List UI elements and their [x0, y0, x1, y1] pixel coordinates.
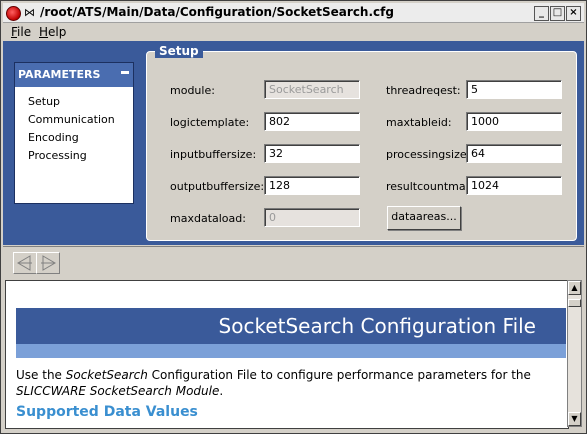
scroll-down-icon[interactable]: ▼ — [568, 412, 581, 426]
navigation-toolbar — [3, 246, 584, 279]
app-icon[interactable] — [6, 6, 21, 21]
resultcountmax-label: resultcountmax: — [386, 180, 476, 193]
doc-title: SocketSearch Configuration File — [218, 314, 536, 338]
doc-intro-em-1: SocketSearch — [65, 368, 148, 382]
parameters-header[interactable]: PARAMETERS — [15, 63, 133, 87]
doc-banner: SocketSearch Configuration File — [16, 308, 566, 344]
doc-intro-text-1: Use the — [16, 368, 66, 382]
menu-bar: File Help — [3, 23, 584, 41]
maxdataload-label: maxdataload: — [170, 212, 246, 225]
scroll-up-icon[interactable]: ▲ — [568, 281, 581, 295]
forward-button[interactable] — [36, 252, 60, 274]
threadreqest-label: threadreqest: — [386, 84, 461, 97]
module-field — [264, 80, 360, 99]
title-bar: ⋈ /root/ATS/Main/Data/Configuration/Sock… — [3, 3, 584, 23]
back-arrow-icon — [17, 255, 32, 271]
parameters-list: Setup Communication Encoding Processing — [15, 87, 133, 165]
module-label: module: — [170, 84, 215, 97]
threadreqest-field[interactable] — [466, 80, 562, 99]
resultcountmax-field[interactable] — [466, 176, 562, 195]
logictemplate-field[interactable] — [264, 112, 360, 131]
setup-group: Setup module: threadreqest: logictemplat… — [146, 44, 577, 241]
doc-intro: Use the SocketSearch Configuration File … — [16, 367, 556, 399]
parameters-header-label: PARAMETERS — [18, 68, 101, 81]
sidebar-item-communication[interactable]: Communication — [15, 111, 133, 129]
doc-section-heading: Supported Data Values — [16, 404, 198, 420]
window-title: /root/ATS/Main/Data/Configuration/Socket… — [40, 5, 394, 19]
outputbuffersize-field[interactable] — [264, 176, 360, 195]
dataareas-button[interactable]: dataareas... — [387, 206, 461, 230]
inputbuffersize-label: inputbuffersize: — [170, 148, 257, 161]
maximize-button[interactable]: □ — [550, 6, 565, 21]
setup-legend: Setup — [155, 44, 203, 58]
maxdataload-field — [264, 208, 360, 227]
menu-help[interactable]: Help — [39, 25, 66, 39]
config-area: PARAMETERS Setup Communication Encoding … — [3, 41, 584, 245]
app-window: ⋈ /root/ATS/Main/Data/Configuration/Sock… — [0, 0, 587, 434]
logictemplate-label: logictemplate: — [170, 116, 250, 129]
sidebar-item-setup[interactable]: Setup — [15, 93, 133, 111]
minimize-button[interactable]: _ — [534, 6, 549, 21]
collapse-icon[interactable] — [121, 71, 129, 74]
doc-intro-text-3: . — [219, 384, 224, 398]
close-button[interactable]: × — [566, 6, 581, 21]
sidebar-item-processing[interactable]: Processing — [15, 147, 133, 165]
doc-intro-text-2: Configuration File to configure performa… — [147, 368, 531, 382]
sidebar-item-encoding[interactable]: Encoding — [15, 129, 133, 147]
doc-scrollbar[interactable]: ▲ ▼ — [567, 280, 582, 427]
inputbuffersize-field[interactable] — [264, 144, 360, 163]
doc-banner-strip — [16, 344, 566, 358]
parameters-panel: PARAMETERS Setup Communication Encoding … — [14, 62, 134, 204]
maxtableid-field[interactable] — [466, 112, 562, 131]
maxtableid-label: maxtableid: — [386, 116, 452, 129]
back-button[interactable] — [13, 252, 37, 274]
doc-intro-em-2: SLICCWARE SocketSearch Module — [16, 384, 220, 398]
pin-icon[interactable]: ⋈ — [24, 5, 35, 20]
processingsize-field[interactable] — [466, 144, 562, 163]
processingsize-label: processingsize: — [386, 148, 471, 161]
help-document: SocketSearch Configuration File Use the … — [5, 280, 569, 429]
menu-file[interactable]: File — [11, 25, 31, 39]
scroll-thumb[interactable] — [568, 299, 581, 307]
forward-arrow-icon — [41, 255, 56, 271]
outputbuffersize-label: outputbuffersize: — [170, 180, 265, 193]
